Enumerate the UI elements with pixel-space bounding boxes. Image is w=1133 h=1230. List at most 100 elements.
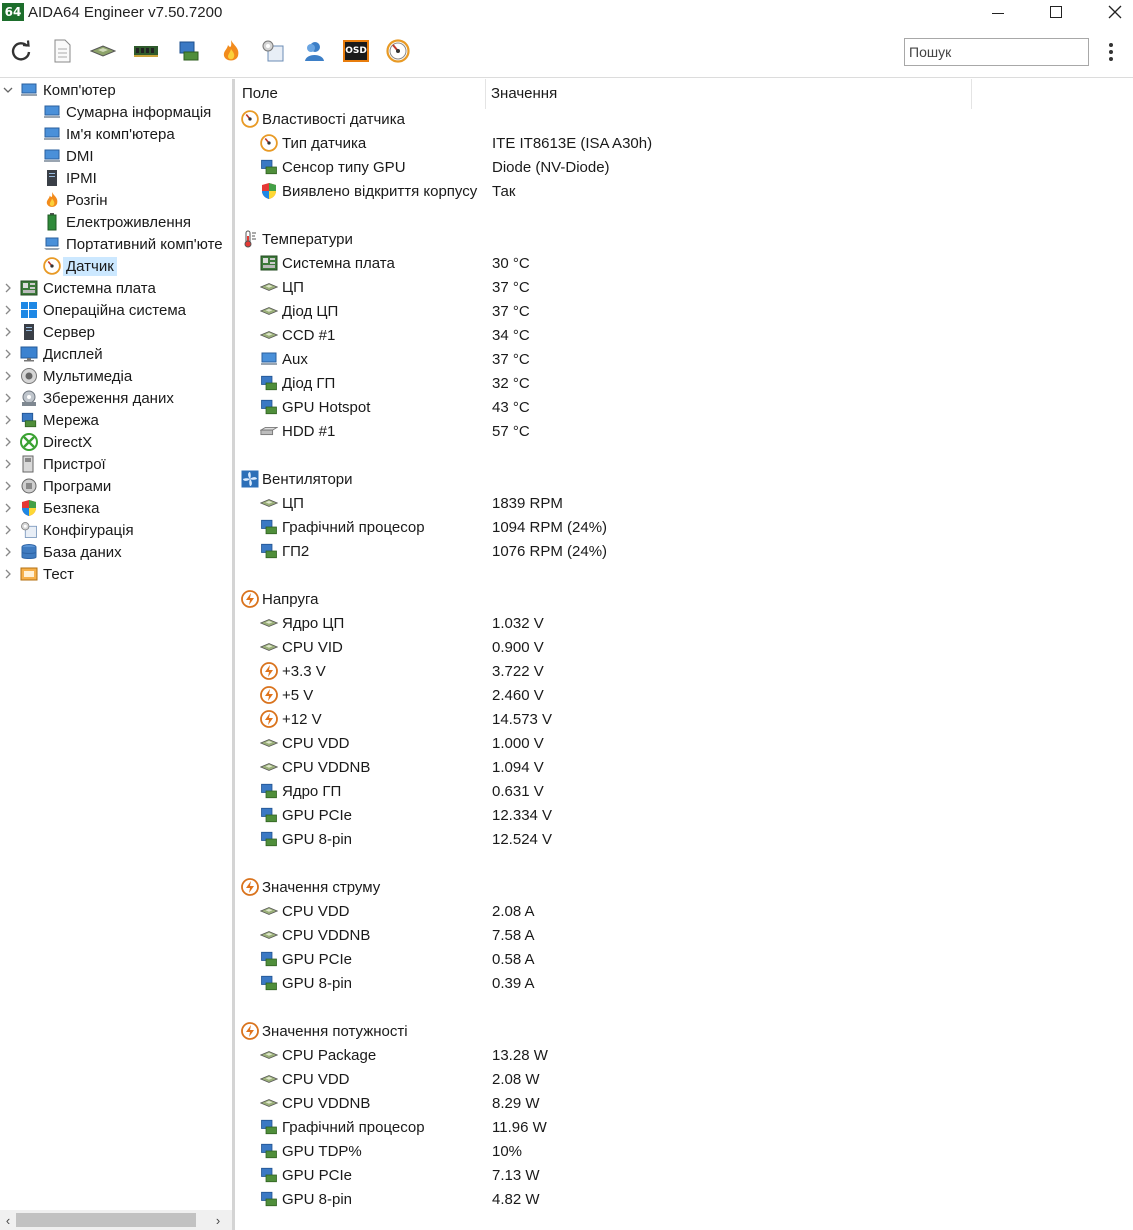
group-header-row[interactable]: Значення струму [235, 875, 1133, 899]
sensor-row[interactable]: CPU VDD 2.08 W [235, 1067, 1133, 1091]
column-divider[interactable] [485, 79, 486, 109]
settings-button[interactable] [260, 38, 286, 64]
overclock-button[interactable] [218, 38, 244, 64]
expand-chevron-right-icon[interactable] [2, 387, 14, 409]
refresh-button[interactable] [8, 38, 34, 64]
sensor-row[interactable]: Діод ЦП 37 °C [235, 299, 1133, 323]
osd-button[interactable]: OSD [342, 38, 370, 64]
tree-item[interactable]: Електроживлення [43, 211, 191, 233]
tree-item[interactable]: DirectX [5, 431, 92, 453]
tree-item[interactable]: Комп'ютер [3, 79, 116, 101]
sensor-row[interactable]: ГП2 1076 RPM (24%) [235, 539, 1133, 563]
more-menu-button[interactable] [1101, 38, 1121, 66]
sensor-row[interactable]: CPU Package 13.28 W [235, 1043, 1133, 1067]
tree-item[interactable]: Портативний комп'юте [43, 233, 223, 255]
expand-chevron-down-icon[interactable] [2, 79, 14, 101]
group-header-row[interactable]: Значення потужності [235, 1019, 1133, 1043]
user-button[interactable] [301, 38, 327, 64]
close-button[interactable] [1092, 0, 1133, 24]
column-header-value[interactable]: Значення [491, 85, 557, 102]
tree-item[interactable]: DMI [43, 145, 94, 167]
sensor-row[interactable]: GPU 8-pin 4.82 W [235, 1187, 1133, 1211]
sensor-row[interactable]: CCD #1 34 °C [235, 323, 1133, 347]
group-header-row[interactable]: Вентилятори [235, 467, 1133, 491]
sensor-button[interactable] [385, 38, 411, 64]
sensor-row[interactable]: GPU 8-pin 12.524 V [235, 827, 1133, 851]
sensor-row[interactable]: Системна плата 30 °C [235, 251, 1133, 275]
memory-button[interactable] [133, 38, 159, 64]
sensor-row[interactable]: Графічний процесор 11.96 W [235, 1115, 1133, 1139]
tree-item[interactable]: Конфігурація [5, 519, 134, 541]
scroll-right-icon[interactable]: › [210, 1210, 226, 1230]
tree-item[interactable]: Ім'я комп'ютера [43, 123, 175, 145]
sensor-row[interactable]: +12 V 14.573 V [235, 707, 1133, 731]
sensor-row[interactable]: GPU PCIe 12.334 V [235, 803, 1133, 827]
tree-item[interactable]: Безпека [5, 497, 99, 519]
sensor-row[interactable]: GPU 8-pin 0.39 A [235, 971, 1133, 995]
sensor-row[interactable]: CPU VDDNB 1.094 V [235, 755, 1133, 779]
group-header-row[interactable]: Температури [235, 227, 1133, 251]
cpu-button[interactable] [90, 38, 116, 64]
sensor-row[interactable]: Aux 37 °C [235, 347, 1133, 371]
expand-chevron-right-icon[interactable] [2, 563, 14, 585]
sensor-row[interactable]: Графічний процесор 1094 RPM (24%) [235, 515, 1133, 539]
network-button[interactable] [176, 38, 202, 64]
sensor-row[interactable]: +5 V 2.460 V [235, 683, 1133, 707]
maximize-button[interactable] [1033, 0, 1079, 24]
minimize-button[interactable] [975, 0, 1021, 24]
expand-chevron-right-icon[interactable] [2, 431, 14, 453]
sensor-row[interactable]: CPU VDDNB 8.29 W [235, 1091, 1133, 1115]
column-divider[interactable] [971, 79, 972, 109]
scrollbar-thumb[interactable] [16, 1213, 196, 1227]
sensor-row[interactable]: Діод ГП 32 °C [235, 371, 1133, 395]
sensor-row[interactable]: GPU TDP% 10% [235, 1139, 1133, 1163]
tree-item[interactable]: Системна плата [5, 277, 156, 299]
tree-item[interactable]: Сервер [5, 321, 95, 343]
expand-chevron-right-icon[interactable] [2, 409, 14, 431]
tree-item[interactable]: Дисплей [5, 343, 103, 365]
expand-chevron-right-icon[interactable] [2, 277, 14, 299]
tree-item[interactable]: Збереження даних [5, 387, 174, 409]
sensor-row[interactable]: HDD #1 57 °C [235, 419, 1133, 443]
expand-chevron-right-icon[interactable] [2, 453, 14, 475]
search-input[interactable] [904, 38, 1089, 66]
tree-item[interactable]: Програми [5, 475, 111, 497]
expand-chevron-right-icon[interactable] [2, 299, 14, 321]
sensor-row[interactable]: GPU Hotspot 43 °C [235, 395, 1133, 419]
sensor-row[interactable]: GPU PCIe 0.58 A [235, 947, 1133, 971]
expand-chevron-right-icon[interactable] [2, 541, 14, 563]
tree-item[interactable]: Операційна система [5, 299, 186, 321]
sensor-row[interactable]: Сенсор типу GPU Diode (NV-Diode) [235, 155, 1133, 179]
group-header-row[interactable]: Властивості датчика [235, 107, 1133, 131]
tree-item[interactable]: Пристрої [5, 453, 106, 475]
sensor-row[interactable]: Ядро ЦП 1.032 V [235, 611, 1133, 635]
expand-chevron-right-icon[interactable] [2, 343, 14, 365]
sensor-row[interactable]: GPU PCIe 7.13 W [235, 1163, 1133, 1187]
expand-chevron-right-icon[interactable] [2, 475, 14, 497]
sensor-row[interactable]: ЦП 37 °C [235, 275, 1133, 299]
tree-horizontal-scrollbar[interactable]: ‹ › [0, 1210, 232, 1230]
sensor-row[interactable]: CPU VDD 1.000 V [235, 731, 1133, 755]
sensor-row[interactable]: CPU VDD 2.08 A [235, 899, 1133, 923]
scroll-left-icon[interactable]: ‹ [0, 1210, 16, 1230]
expand-chevron-right-icon[interactable] [2, 497, 14, 519]
column-header-field[interactable]: Поле [242, 85, 278, 102]
group-header-row[interactable]: Напруга [235, 587, 1133, 611]
sensor-row[interactable]: +3.3 V 3.722 V [235, 659, 1133, 683]
sensor-row[interactable]: Ядро ГП 0.631 V [235, 779, 1133, 803]
tree-item[interactable]: Датчик [43, 255, 117, 277]
report-button[interactable] [49, 38, 75, 64]
sensor-row[interactable]: CPU VDDNB 7.58 A [235, 923, 1133, 947]
expand-chevron-right-icon[interactable] [2, 519, 14, 541]
tree-item[interactable]: Мультимедіа [5, 365, 132, 387]
tree-item[interactable]: Мережа [5, 409, 99, 431]
tree-item[interactable]: Тест [5, 563, 74, 585]
tree-item[interactable]: IPMI [43, 167, 97, 189]
tree-item[interactable]: База даних [5, 541, 122, 563]
sensor-row[interactable]: CPU VID 0.900 V [235, 635, 1133, 659]
expand-chevron-right-icon[interactable] [2, 321, 14, 343]
tree-item[interactable]: Сумарна інформація [43, 101, 211, 123]
sensor-row[interactable]: ЦП 1839 RPM [235, 491, 1133, 515]
sensor-row[interactable]: Виявлено відкриття корпусу Так [235, 179, 1133, 203]
expand-chevron-right-icon[interactable] [2, 365, 14, 387]
